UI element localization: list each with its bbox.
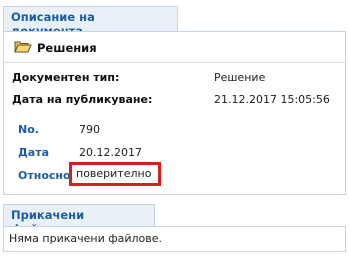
number-label: No. [18,123,39,136]
folder-open-icon [14,40,32,53]
subject-value-highlighted: поверително [69,162,161,186]
tab-attachments[interactable]: Прикачени файлове [3,204,155,236]
heading-divider [4,62,345,63]
date-label: Дата [18,146,50,159]
tab-document-description[interactable]: Описание на документа [3,6,178,38]
document-type-label: Документен тип: [12,71,120,84]
date-value: 20.12.2017 [79,146,142,159]
no-attachments-text: Няма прикачени файлове. [9,232,163,245]
publish-date-value: 21.12.2017 15:05:56 [214,93,330,106]
document-type-value: Решение [214,71,266,84]
section-heading: Решения [37,41,97,55]
attachments-panel: Няма прикачени файлове. [3,226,346,252]
publish-date-label: Дата на публикуване: [12,93,153,106]
number-value: 790 [79,123,100,136]
subject-label: Относно [18,169,71,182]
